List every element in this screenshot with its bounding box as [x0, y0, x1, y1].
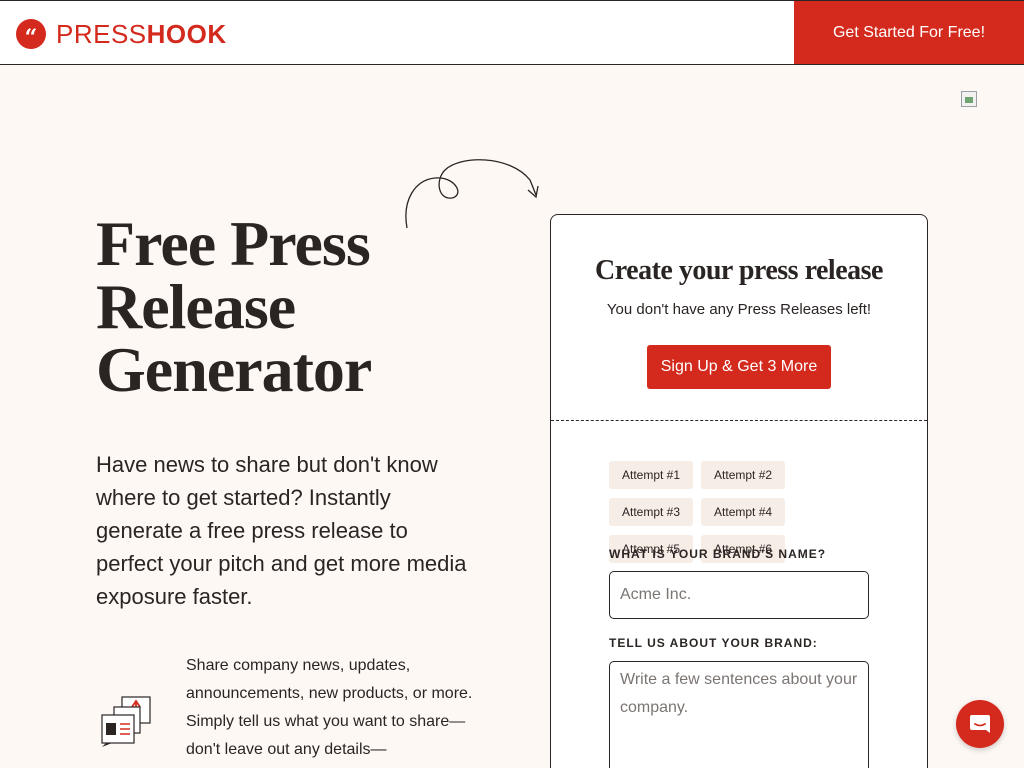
broken-image-icon [961, 91, 977, 107]
attempt-tab-3[interactable]: Attempt #3 [609, 498, 694, 526]
chat-bubble-icon [970, 715, 990, 733]
get-started-button[interactable]: Get Started For Free! [794, 1, 1024, 64]
logo-wordmark: PRESSHOOK [56, 18, 227, 49]
dashed-divider [551, 420, 927, 421]
attempt-tab-1[interactable]: Attempt #1 [609, 461, 694, 489]
feature-description: Share company news, updates, announcemen… [186, 657, 473, 758]
attempt-tab-2[interactable]: Attempt #2 [701, 461, 786, 489]
presshook-logo[interactable]: “ PRESSHOOK [16, 18, 227, 50]
curved-arrow-icon [405, 159, 539, 229]
brand-name-label: WHAT IS YOUR BRAND'S NAME? [609, 547, 827, 561]
quote-mark-icon: “ [16, 19, 46, 49]
hero-description: Have news to share but don't know where … [96, 452, 467, 609]
site-header: “ PRESSHOOK Get Started For Free! [0, 0, 1024, 65]
card-title: Create your press release [595, 255, 883, 286]
brand-about-textarea[interactable] [609, 661, 869, 768]
page-title: Free Press Release Generator [96, 208, 372, 405]
brand-name-input[interactable] [609, 571, 869, 619]
sign-up-button[interactable]: Sign Up & Get 3 More [647, 345, 831, 389]
card-subtitle: You don't have any Press Releases left! [606, 301, 872, 318]
press-release-card: Create your press release You don't have… [550, 214, 928, 768]
chat-launcher-button[interactable] [956, 700, 1004, 748]
brand-about-label: TELL US ABOUT YOUR BRAND: [609, 636, 818, 650]
attempt-tab-4[interactable]: Attempt #4 [701, 498, 786, 526]
press-release-document-icon [101, 696, 151, 747]
